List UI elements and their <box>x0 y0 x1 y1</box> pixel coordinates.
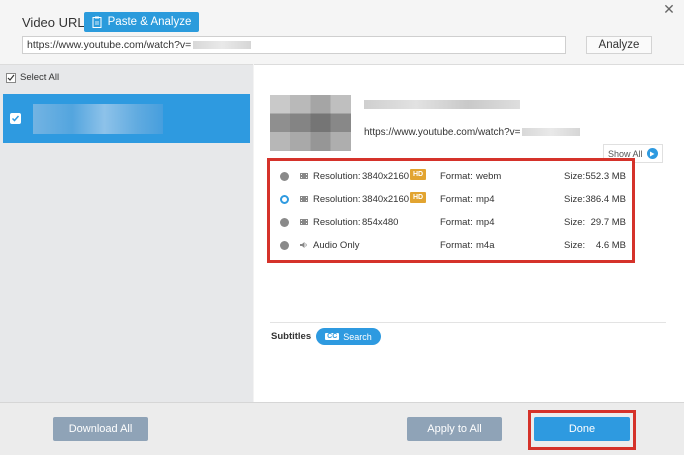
format-list: Resolution: 3840x2160 HD Format: webm Si… <box>267 158 635 263</box>
search-label: Search <box>343 331 372 342</box>
size-label: Size: <box>564 171 586 182</box>
section-divider <box>270 322 666 323</box>
video-url-text: https://www.youtube.com/watch?v= <box>364 127 581 138</box>
format-radio-selected[interactable] <box>280 195 289 204</box>
subtitle-cc-icon: CC <box>325 333 340 340</box>
size-label: Size: <box>564 240 586 251</box>
format-value: webm <box>476 171 502 182</box>
format-label: Format: <box>440 171 473 182</box>
video-title-blurred <box>364 100 520 109</box>
format-option-row[interactable]: Resolution: 854x480 Format: mp4 Size: 29… <box>270 211 632 234</box>
size-value: 4.6 MB <box>595 240 626 251</box>
redacted-video-id <box>522 128 581 137</box>
play-icon <box>646 148 658 159</box>
select-all-label: Select All <box>20 72 60 83</box>
item-thumbnail-blurred <box>33 104 163 134</box>
analyze-button[interactable]: Analyze <box>586 36 652 54</box>
format-label: Format: <box>440 217 473 228</box>
checkbox-icon <box>6 72 16 83</box>
film-icon <box>300 219 308 225</box>
format-value: m4a <box>476 240 495 251</box>
format-label: Format: <box>440 240 473 251</box>
size-label: Size: <box>564 217 586 228</box>
show-all-label: Show All <box>608 148 643 159</box>
format-radio[interactable] <box>280 172 289 181</box>
format-value: mp4 <box>476 217 495 228</box>
close-icon[interactable]: ✕ <box>662 2 676 16</box>
format-option-row[interactable]: Audio Only Format: m4a Size: 4.6 MB <box>270 234 632 257</box>
resolution-label: Resolution: <box>313 194 361 205</box>
film-icon <box>300 196 308 202</box>
size-value: 552.3 MB <box>585 171 626 182</box>
item-checkbox[interactable] <box>10 113 21 124</box>
paste-analyze-label: Paste & Analyze <box>107 16 192 28</box>
subtitles-label: Subtitles <box>271 331 312 342</box>
size-label: Size: <box>564 194 586 205</box>
select-all-checkbox[interactable]: Select All <box>6 72 59 83</box>
clipboard-icon <box>92 16 102 28</box>
format-option-row[interactable]: Resolution: 3840x2160 HD Format: mp4 Siz… <box>270 188 632 211</box>
hd-badge: HD <box>410 192 426 203</box>
size-value: 386.4 MB <box>585 194 626 205</box>
subtitle-search-button[interactable]: CC Search <box>316 328 381 345</box>
hd-badge: HD <box>410 169 426 180</box>
film-icon <box>300 173 308 179</box>
apply-to-all-button[interactable]: Apply to All <box>407 417 502 441</box>
resolution-value: 3840x2160 <box>362 194 410 205</box>
download-all-button[interactable]: Download All <box>53 417 148 441</box>
format-radio[interactable] <box>280 241 289 250</box>
video-url-label: Video URL: <box>22 15 89 30</box>
format-label: Format: <box>440 194 473 205</box>
url-toolbar <box>0 0 684 64</box>
done-button[interactable]: Done <box>534 417 630 441</box>
video-list-item[interactable] <box>3 94 250 143</box>
format-option-row[interactable]: Resolution: 3840x2160 HD Format: webm Si… <box>270 165 632 188</box>
resolution-label: Resolution: <box>313 171 361 182</box>
format-radio[interactable] <box>280 218 289 227</box>
paste-analyze-button[interactable]: Paste & Analyze <box>84 12 199 32</box>
resolution-value: 3840x2160 <box>362 171 410 182</box>
check-icon <box>11 115 20 122</box>
audio-only-label: Audio Only <box>313 240 360 251</box>
url-input[interactable]: https://www.youtube.com/watch?v= <box>22 36 566 54</box>
video-url-value: https://www.youtube.com/watch?v= <box>364 127 521 138</box>
resolution-label: Resolution: <box>313 217 361 228</box>
speaker-icon <box>300 242 307 248</box>
url-input-value: https://www.youtube.com/watch?v= <box>27 39 192 51</box>
video-thumbnail <box>270 95 351 151</box>
format-value: mp4 <box>476 194 495 205</box>
redacted-video-id <box>193 41 252 50</box>
resolution-value: 854x480 <box>362 217 399 228</box>
size-value: 29.7 MB <box>590 217 626 228</box>
